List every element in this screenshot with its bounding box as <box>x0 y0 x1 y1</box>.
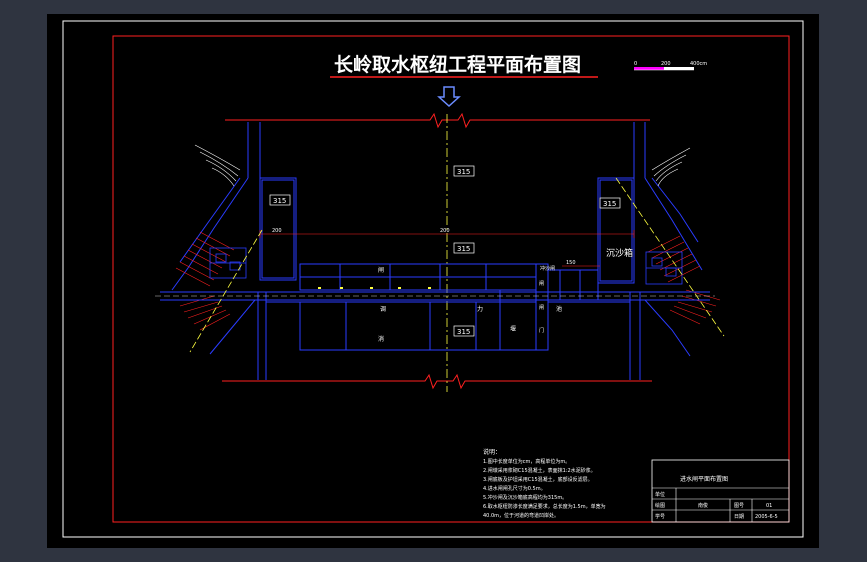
slot-marker-1: 闸 <box>539 280 544 287</box>
scale-bar-label-0: 0 <box>634 61 637 67</box>
lower-char-1: 消 <box>378 335 384 343</box>
sand-tank-label: 沉沙箱 <box>606 247 633 259</box>
title-block-date-value: 2005-6-5 <box>755 514 778 520</box>
slot-marker-2: 闸 <box>539 304 544 311</box>
title-block-date-label: 日期 <box>734 514 744 520</box>
dim-label-mid: 200 <box>440 228 450 234</box>
lower-char-2: 堰 <box>510 325 516 333</box>
dim-label-tank: 150 <box>566 260 576 266</box>
drawing-background <box>47 14 819 548</box>
title-block-sheet-value: 01 <box>766 503 772 509</box>
drawing-title: 长岭取水枢纽工程平面布置图 <box>334 53 581 76</box>
flush-gate-label: 冲沙闸 <box>540 265 555 272</box>
notes-line-3: 3.闸底板及护坦采用C15混凝土，底部设反滤层。 <box>483 476 593 483</box>
title-block-unit-label: 单位 <box>655 491 665 498</box>
notes-line-2: 2.闸墩采用浆砌C15混凝土，表面抹1:2水泥砂浆。 <box>483 467 596 474</box>
channel-char-1: 闸 <box>378 266 384 274</box>
channel-char-4: 池 <box>556 305 562 313</box>
notes-line-7: 40.0m，位于河道的弯道凹岸处。 <box>483 512 559 519</box>
channel-char-3: 力 <box>477 305 483 313</box>
slot-marker-3: 门 <box>539 327 544 334</box>
notes-line-6: 6.取水枢纽防渗长度满足要求，总长度为1.5m，单宽为 <box>483 503 606 510</box>
svg-text:315: 315 <box>603 200 616 208</box>
channel-char-2: 调 <box>380 305 386 313</box>
notes-line-4: 4.进水闸闸孔尺寸为0.5m。 <box>483 485 546 492</box>
title-block-name: 进水闸平面布置图 <box>680 475 728 483</box>
notes-heading: 说明： <box>483 448 501 456</box>
scale-bar-label-400: 400cm <box>690 61 707 67</box>
svg-text:315: 315 <box>457 328 470 336</box>
svg-text:315: 315 <box>457 245 470 253</box>
cad-drawing-canvas: 长岭取水枢纽工程平面布置图 0 200 400cm 200 200 150 31… <box>47 14 819 548</box>
notes-line-5: 5.冲沙闸及沉沙箱底高程均为315m。 <box>483 494 567 501</box>
dim-label-left: 200 <box>272 228 282 234</box>
title-block-sheet-label: 图号 <box>734 503 744 509</box>
title-block-draw-value: 南俊 <box>698 502 708 509</box>
title-block-draw-label: 绘图 <box>655 502 665 509</box>
svg-text:315: 315 <box>457 168 470 176</box>
notes-line-1: 1.图中长度单位为cm，高程单位为m。 <box>483 458 570 465</box>
scale-bar-label-200: 200 <box>661 61 671 67</box>
title-block-student-label: 学号 <box>655 513 665 520</box>
svg-text:315: 315 <box>273 197 286 205</box>
